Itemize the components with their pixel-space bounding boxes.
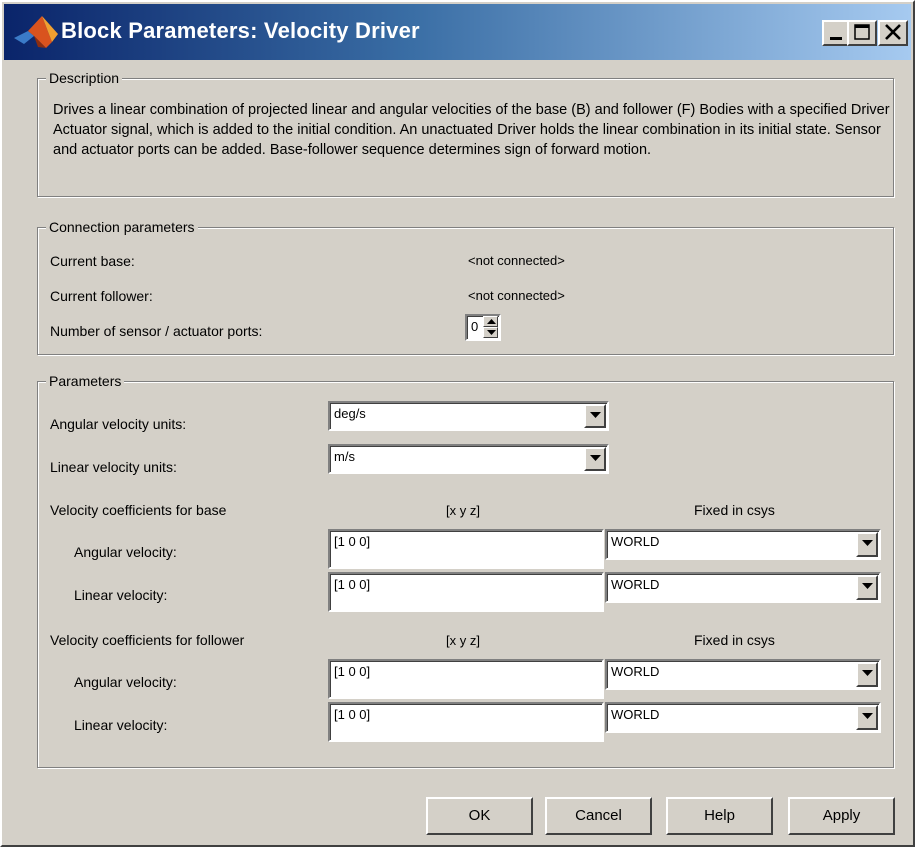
description-group: Description Drives a linear combination … — [37, 70, 894, 197]
chevron-down-icon — [862, 713, 873, 719]
description-group-label: Description — [46, 70, 123, 86]
window-title: Block Parameters: Velocity Driver — [61, 18, 420, 43]
base-coefficients-label: Velocity coefficients for base — [50, 502, 227, 518]
chevron-down-icon — [590, 412, 601, 418]
follower-linear-velocity-label: Linear velocity: — [74, 717, 168, 733]
cancel-button[interactable]: Cancel — [545, 797, 652, 835]
block-parameters-dialog: Block Parameters: Velocity Driver Descri… — [0, 0, 915, 847]
ports-spinner[interactable]: 0 — [465, 314, 501, 341]
base-angular-velocity-input[interactable]: [1 0 0] — [328, 529, 604, 569]
title-bar[interactable]: Block Parameters: Velocity Driver — [4, 4, 911, 60]
current-base-value: <not connected> — [468, 253, 565, 268]
base-angular-velocity-label: Angular velocity: — [74, 544, 177, 560]
close-icon — [885, 24, 901, 40]
ports-label: Number of sensor / actuator ports: — [50, 323, 263, 339]
maximize-button[interactable] — [847, 20, 877, 46]
help-button[interactable]: Help — [666, 797, 773, 835]
follower-angular-velocity-value[interactable]: [1 0 0] — [334, 664, 370, 679]
parameters-group: Parameters Angular velocity units: deg/s… — [37, 373, 894, 768]
base-angular-csys-dropdown-button[interactable] — [856, 532, 878, 557]
current-follower-label: Current follower: — [50, 288, 153, 304]
chevron-down-icon — [862, 540, 873, 546]
spinner-down-button[interactable] — [483, 327, 498, 338]
linear-units-dropdown-button[interactable] — [584, 447, 606, 471]
ok-button[interactable]: OK — [426, 797, 533, 835]
angular-units-label: Angular velocity units: — [50, 416, 187, 432]
linear-units-dropdown[interactable]: m/s — [328, 444, 609, 474]
connection-parameters-group: Connection parameters Current base: <not… — [37, 219, 894, 355]
follower-angular-csys-dropdown-button[interactable] — [856, 662, 878, 687]
linear-units-label: Linear velocity units: — [50, 459, 177, 475]
chevron-down-icon — [590, 455, 601, 461]
arrow-down-icon — [487, 330, 496, 335]
follower-csys-header: Fixed in csys — [694, 632, 775, 648]
follower-linear-velocity-value[interactable]: [1 0 0] — [334, 707, 370, 722]
base-linear-velocity-input[interactable]: [1 0 0] — [328, 572, 604, 612]
base-angular-csys-dropdown[interactable]: WORLD — [605, 529, 881, 560]
base-xyz-header: [x y z] — [446, 503, 480, 518]
maximize-icon — [854, 24, 870, 40]
apply-button[interactable]: Apply — [788, 797, 895, 835]
follower-coefficients-label: Velocity coefficients for follower — [50, 632, 245, 648]
base-angular-csys-value: WORLD — [611, 534, 660, 549]
base-linear-csys-dropdown-button[interactable] — [856, 575, 878, 600]
base-linear-velocity-label: Linear velocity: — [74, 587, 168, 603]
chevron-down-icon — [862, 583, 873, 589]
follower-angular-csys-dropdown[interactable]: WORLD — [605, 659, 881, 690]
parameters-group-label: Parameters — [46, 373, 125, 389]
linear-units-value: m/s — [334, 449, 355, 464]
base-linear-csys-dropdown[interactable]: WORLD — [605, 572, 881, 603]
description-text: Drives a linear combination of projected… — [53, 102, 890, 158]
follower-xyz-header: [x y z] — [446, 633, 480, 648]
follower-linear-csys-dropdown[interactable]: WORLD — [605, 702, 881, 733]
angular-units-dropdown[interactable]: deg/s — [328, 401, 609, 431]
follower-angular-velocity-input[interactable]: [1 0 0] — [328, 659, 604, 699]
base-linear-csys-value: WORLD — [611, 577, 660, 592]
follower-linear-csys-dropdown-button[interactable] — [856, 705, 878, 730]
current-base-label: Current base: — [50, 253, 135, 269]
current-follower-value: <not connected> — [468, 288, 565, 303]
follower-linear-velocity-input[interactable]: [1 0 0] — [328, 702, 604, 742]
follower-angular-velocity-label: Angular velocity: — [74, 674, 177, 690]
angular-units-value: deg/s — [334, 406, 366, 421]
spinner-up-button[interactable] — [483, 316, 498, 327]
close-button[interactable] — [878, 20, 908, 46]
base-angular-velocity-value[interactable]: [1 0 0] — [334, 534, 370, 549]
connection-group-label: Connection parameters — [46, 219, 198, 235]
angular-units-dropdown-button[interactable] — [584, 404, 606, 428]
arrow-up-icon — [487, 319, 496, 324]
follower-linear-csys-value: WORLD — [611, 707, 660, 722]
base-linear-velocity-value[interactable]: [1 0 0] — [334, 577, 370, 592]
follower-angular-csys-value: WORLD — [611, 664, 660, 679]
chevron-down-icon — [862, 670, 873, 676]
base-csys-header: Fixed in csys — [694, 502, 775, 518]
ports-spinner-value[interactable]: 0 — [471, 319, 478, 334]
matlab-logo-icon — [12, 14, 62, 50]
